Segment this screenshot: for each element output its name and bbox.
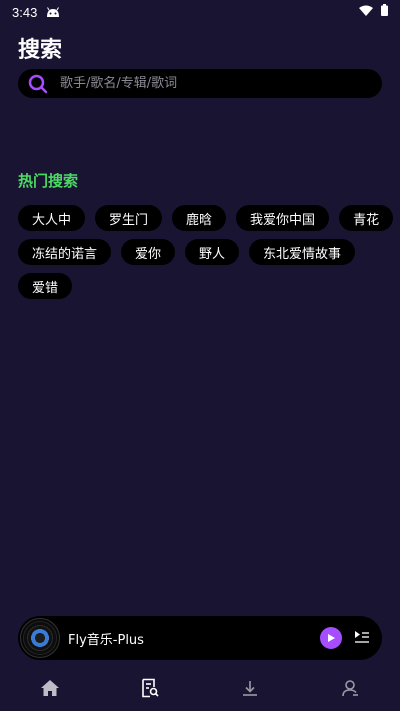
search-bar[interactable] [18,69,382,98]
player-controls [320,627,370,649]
search-input[interactable] [60,76,360,91]
profile-icon[interactable] [330,673,370,703]
status-right [359,4,388,20]
page-title: 搜索 [18,38,63,63]
hot-search-title: 热门搜索 [18,172,79,190]
play-icon[interactable] [320,627,342,649]
hot-search-tag[interactable]: 冻结的诺言 [18,239,112,265]
hot-search-tag[interactable]: 爱你 [121,239,176,265]
android-icon [45,6,61,18]
bottom-nav [0,670,400,706]
mini-player[interactable]: Fly音乐-Plus [18,616,382,660]
hot-search-tag[interactable]: 我爱你中国 [236,205,330,231]
hot-search-tag[interactable]: 爱错 [18,273,73,299]
tag-row: 冻结的诺言 爱你 野人 东北爱情故事 [18,239,388,265]
playlist-icon[interactable] [354,629,370,648]
hot-search-tag[interactable]: 大人中 [18,205,86,231]
tag-row: 爱错 [18,273,388,299]
search-list-icon[interactable] [130,673,170,703]
hot-search-tag[interactable]: 东北爱情故事 [249,239,356,265]
wifi-icon [359,5,373,20]
hot-search-tag[interactable]: 罗生门 [95,205,163,231]
download-icon[interactable] [230,673,270,703]
hot-search-tag[interactable]: 鹿晗 [172,205,227,231]
battery-icon [381,4,388,20]
hot-search-tag[interactable]: 青花 [339,205,394,231]
status-time: 3:43 [12,4,38,20]
search-icon[interactable] [28,74,48,94]
album-disc-icon[interactable] [20,618,60,658]
player-title: Fly音乐-Plus [68,632,144,648]
hot-search-tags: 大人中 罗生门 鹿晗 我爱你中国 青花 冻结的诺言 爱你 野人 东北爱情故事 爱… [18,205,394,307]
status-bar: 3:43 [0,0,400,24]
hot-search-tag[interactable]: 野人 [185,239,240,265]
tag-row: 大人中 罗生门 鹿晗 我爱你中国 青花 [18,205,394,231]
home-icon[interactable] [30,673,70,703]
